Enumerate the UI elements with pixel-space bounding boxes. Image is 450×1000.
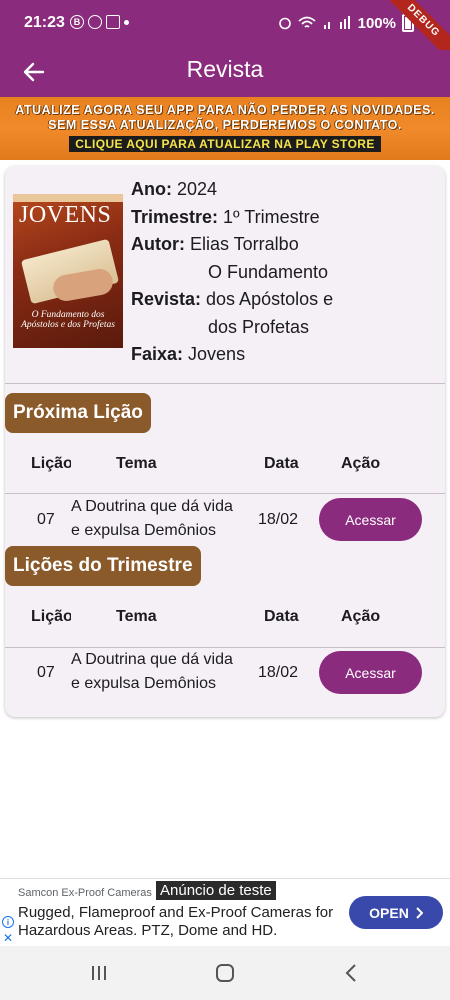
magazine-info: Ano: 2024 Trimestre: 1º Trimestre Autor: El…	[131, 176, 333, 369]
recent-apps-icon	[92, 966, 106, 980]
more-dot-icon	[124, 20, 129, 25]
update-banner[interactable]: ATUALIZE AGORA SEU APP PARA NÃO PERDER A…	[0, 97, 450, 160]
ad-test-label: Anúncio de teste	[156, 881, 276, 900]
row-licao: 07	[37, 511, 55, 528]
battery-text: 100%	[357, 14, 396, 32]
row-tema-line1: A Doutrina que dá vida	[71, 498, 233, 515]
ad-info-icon[interactable]: i	[2, 916, 14, 928]
whatsapp-icon	[88, 15, 102, 29]
gallery-icon	[106, 15, 120, 29]
notification-icons: B	[70, 15, 129, 29]
recent-apps-button[interactable]	[85, 960, 113, 986]
column-header-data: Data	[264, 608, 299, 625]
app-bar: Revista	[0, 50, 450, 97]
ad-open-button[interactable]: OPEN	[349, 896, 443, 929]
banner-cta[interactable]: CLIQUE AQUI PARA ATUALIZAR NA PLAY STORE	[69, 136, 381, 152]
banner-line-2: SEM ESSA ATUALIZAÇÃO, PERDEREMOS O CONTA…	[48, 118, 402, 132]
autor-label: Autor:	[131, 234, 185, 254]
column-header-licao: Lição	[31, 608, 71, 625]
row-tema-line1: A Doutrina que dá vida	[71, 651, 233, 668]
row-data: 18/02	[258, 664, 299, 681]
ad-sponsor: Samcon Ex-Proof Cameras	[18, 887, 152, 899]
row-licao: 07	[37, 664, 55, 681]
chevron-right-icon	[416, 906, 423, 919]
revista-label: Revista:	[131, 289, 202, 309]
proxima-licao-heading: Próxima Lição	[5, 393, 151, 433]
status-right: 100%	[278, 14, 414, 32]
ad-banner[interactable]: Samcon Ex-Proof Cameras Anúncio de teste…	[0, 878, 450, 946]
divider	[5, 493, 445, 494]
revista-value-line2: dos Apóstolos e	[206, 289, 334, 309]
cover-title: JOVENS	[19, 202, 112, 228]
ad-open-label: OPEN	[369, 904, 409, 921]
revista-value-line3: dos Profetas	[208, 316, 310, 337]
ano-value: 2024	[176, 179, 218, 199]
signal-icon	[323, 16, 350, 29]
trimestre-value: 1º Trimestre	[223, 206, 320, 227]
chevron-left-icon	[345, 964, 356, 982]
ad-text: Rugged, Flameproof and Ex-Proof Cameras …	[18, 904, 334, 939]
ano-label: Ano:	[131, 179, 172, 199]
row-tema: A Doutrina que dá vida e expulsa Demônio…	[71, 495, 233, 543]
status-time: 21:23	[24, 14, 65, 31]
row-tema-line2: e expulsa Demônios	[71, 675, 216, 692]
column-header-acao: Ação	[341, 608, 381, 625]
status-bar: 21:23 B 100% DEBUG	[0, 0, 450, 67]
trimestre-label: Trimestre:	[131, 206, 219, 227]
faixa-value: Jovens	[188, 344, 246, 364]
wifi-icon	[298, 16, 316, 28]
b-app-icon: B	[70, 15, 84, 29]
home-icon	[216, 964, 234, 982]
divider	[5, 383, 445, 384]
acessar-button[interactable]: Acessar	[319, 651, 422, 694]
home-button[interactable]	[211, 960, 239, 986]
column-header-licao: Lição	[31, 455, 71, 472]
row-tema: A Doutrina que dá vida e expulsa Demônio…	[71, 648, 233, 696]
row-data: 18/02	[258, 511, 299, 528]
magazine-card: JOVENS O Fundamento dos Apóstolos e dos …	[5, 166, 445, 717]
column-header-data: Data	[264, 455, 299, 472]
page-title: Revista	[186, 56, 264, 82]
column-header-acao: Ação	[341, 455, 381, 472]
system-nav-bar	[0, 946, 450, 1000]
faixa-label: Faixa:	[131, 344, 184, 364]
column-header-tema: Tema	[116, 455, 157, 472]
ad-close-icon[interactable]: ✕	[3, 931, 13, 945]
acessar-button[interactable]: Acessar	[319, 498, 422, 541]
autor-value: Elias Torralbo	[189, 234, 299, 254]
licoes-trimestre-heading: Lições do Trimestre	[5, 546, 201, 586]
cover-caption: O Fundamento dos Apóstolos e dos Profeta…	[21, 310, 115, 330]
column-header-tema: Tema	[116, 608, 157, 625]
alarm-icon	[278, 17, 291, 30]
magazine-cover-image: JOVENS O Fundamento dos Apóstolos e dos …	[13, 194, 123, 348]
row-tema-line2: e expulsa Demônios	[71, 522, 216, 539]
revista-value-line1: O Fundamento	[208, 261, 329, 282]
back-nav-button[interactable]	[337, 960, 365, 986]
banner-line-1: ATUALIZE AGORA SEU APP PARA NÃO PERDER A…	[15, 103, 435, 117]
